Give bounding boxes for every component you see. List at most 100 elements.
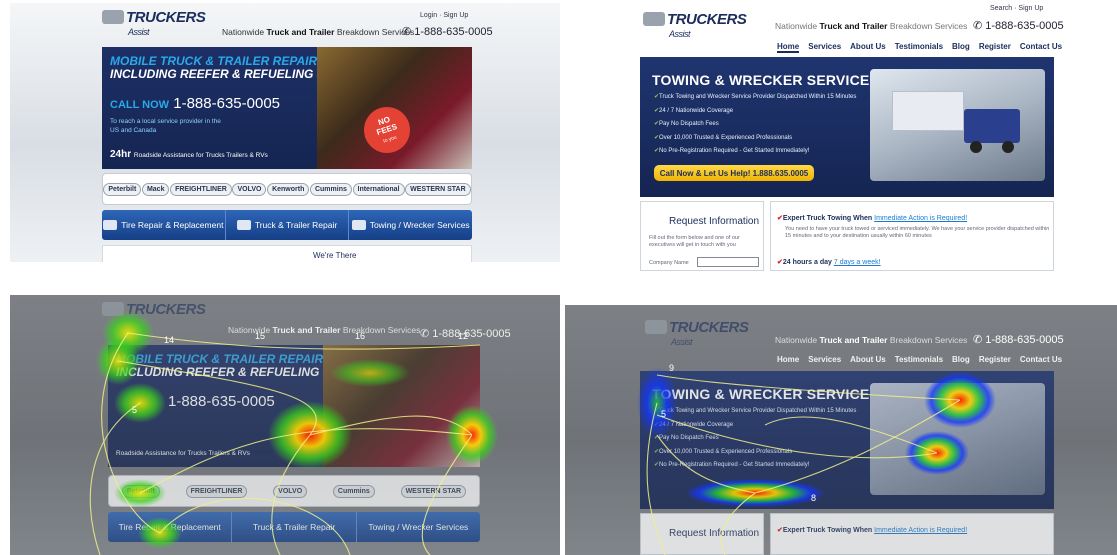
request-info-card: Request Information Fill out the form be… xyxy=(640,201,764,271)
nav-testimonials: Testimonials xyxy=(894,355,944,364)
brand-logo: WESTERN STAR xyxy=(400,484,467,498)
search-link[interactable]: Search xyxy=(990,5,1012,12)
nav-home[interactable]: Home xyxy=(777,42,800,53)
nav-contact[interactable]: Contact Us xyxy=(1020,42,1062,53)
benefit-item: Over 10,000 Trusted & Experienced Profes… xyxy=(654,446,856,460)
benefit-item: Truck Towing and Wrecker Service Provide… xyxy=(654,405,856,419)
benefit-item: Over 10,000 Trusted & Experienced Profes… xyxy=(654,132,856,146)
brand-logo: VOLVO xyxy=(232,182,267,196)
site-logo[interactable]: TRUCKERS Assist xyxy=(102,9,206,37)
benefits-card: Expert Truck Towing When Immediate Actio… xyxy=(770,201,1054,271)
benefit-item: Pay No Dispatch Fees xyxy=(654,118,856,132)
truck-logo-icon xyxy=(643,12,665,26)
main-nav: Home Services About Us Testimonials Blog… xyxy=(777,355,1062,364)
tire-icon xyxy=(103,220,118,230)
site-tagline: Nationwide Truck and Trailer Breakdown S… xyxy=(775,335,968,345)
mechanic-photo xyxy=(323,345,480,467)
company-name-input[interactable] xyxy=(697,257,759,267)
header-phone[interactable]: ✆ 1-888-635-0005 xyxy=(973,19,1064,32)
nav-blog: Blog xyxy=(952,355,970,364)
brand-logo: International xyxy=(352,182,405,196)
hero-banner: MOBILE TRUCK & TRAILER REPAIR INCLUDING R… xyxy=(102,47,472,169)
header-phone[interactable]: ✆ 1-888-635-0005 xyxy=(402,25,493,38)
site-logo: TRUCKERS Assist xyxy=(645,319,749,347)
benefits-card: Expert Truck Towing When Immediate Actio… xyxy=(770,513,1054,555)
benefit-item: 24 / 7 Nationwide Coverage xyxy=(654,105,856,119)
hero-banner: MOBILE TRUCK & TRAILER REPAIR INCLUDING R… xyxy=(108,345,480,467)
nav-testimonials[interactable]: Testimonials xyxy=(895,42,943,53)
brand-logo: Cummins xyxy=(309,182,352,196)
request-info-title: Request Information xyxy=(669,216,760,227)
fixation-number: 14 xyxy=(164,335,174,345)
brand-logo: Mack xyxy=(141,182,170,196)
signup-link[interactable]: Sign Up xyxy=(1018,5,1043,12)
hours-text: 24hr Roadside Assistance for Trucks Trai… xyxy=(110,149,268,160)
immediate-action-link[interactable]: Immediate Action is Required! xyxy=(874,215,967,222)
benefit-list: Truck Towing and Wrecker Service Provide… xyxy=(654,405,856,473)
brand-logo: FREIGHTLINER xyxy=(185,484,248,498)
service-tile-towing: Towing / Wrecker Services xyxy=(368,522,469,532)
brand-logo: WESTERN STAR xyxy=(405,182,471,196)
signup-link[interactable]: Sign Up xyxy=(443,12,468,19)
brand-logo: VOLVO xyxy=(273,484,308,498)
service-tile-towing[interactable]: Towing / Wrecker Services xyxy=(349,210,472,240)
nav-blog[interactable]: Blog xyxy=(952,42,970,53)
call-now[interactable]: CALL NOW 1-888-635-0005 xyxy=(110,95,280,112)
nav-about[interactable]: About Us xyxy=(850,42,886,53)
expert-towing-heading: Expert Truck Towing When Immediate Actio… xyxy=(777,526,967,534)
site-tagline: Nationwide Truck and Trailer Breakdown S… xyxy=(222,27,415,37)
towing-hero: TOWING & WRECKER SERVICE Truck Towing an… xyxy=(640,371,1054,509)
service-tile-repair: Truck & Trailer Repair xyxy=(232,512,357,542)
towing-hero: TOWING & WRECKER SERVICE Truck Towing an… xyxy=(640,57,1054,197)
nav-services[interactable]: Services xyxy=(808,42,841,53)
service-tile-tires[interactable]: Tire Repair & Replacement xyxy=(102,210,226,240)
nav-about: About Us xyxy=(850,355,886,364)
brand-logo: Peterbilt xyxy=(103,182,142,196)
benefit-item: No Pre-Registration Required - Get Start… xyxy=(654,145,856,159)
site-logo: TRUCKERS xyxy=(102,301,206,319)
request-info-help: Fill out the form below and one of our e… xyxy=(649,235,740,248)
seven-days-link[interactable]: 7 days a week! xyxy=(834,259,881,266)
nav-home: Home xyxy=(777,355,800,364)
call-now: 1-888-635-0005 xyxy=(168,393,275,410)
brand-logo: Peterbilt xyxy=(121,484,160,498)
benefit-item: Truck Towing and Wrecker Service Provide… xyxy=(654,91,856,105)
company-label: Company Name xyxy=(649,260,689,266)
brand-logo: FREIGHTLINER xyxy=(170,182,232,196)
call-now-button[interactable]: Call Now & Let Us Help! 1.888.635.0005 xyxy=(654,165,814,181)
nav-services: Services xyxy=(808,355,842,364)
variant-a-screenshot: TRUCKERS Assist Nationwide Truck and Tra… xyxy=(10,3,560,262)
variant-a-heatmap: TRUCKERS Nationwide Truck and Trailer Br… xyxy=(10,295,560,555)
tow-truck-icon xyxy=(351,220,366,230)
truck-logo-icon xyxy=(102,10,124,24)
brand-logo: Cummins xyxy=(332,484,375,498)
header-phone: ✆ 1-888-635-0005 xyxy=(973,334,1064,346)
header-phone: ✆ 1-888-635-0005 xyxy=(420,328,511,340)
nav-contact: Contact Us xyxy=(1019,355,1063,364)
benefit-item: No Pre-Registration Required - Get Start… xyxy=(654,459,856,473)
variant-b-screenshot: TRUCKERS Assist Search · Sign Up Nationw… xyxy=(565,3,1117,271)
service-tile-repair[interactable]: Truck & Trailer Repair xyxy=(226,210,350,240)
service-tile-tires: Tire Repair & Replacement xyxy=(108,512,233,542)
account-links: Login · Sign Up xyxy=(420,12,469,19)
tow-truck-photo xyxy=(870,69,1045,181)
truck-icon xyxy=(236,220,251,230)
nav-register[interactable]: Register xyxy=(979,42,1011,53)
brand-logos: Peterbilt FREIGHTLINER VOLVO Cummins WES… xyxy=(108,475,480,507)
hero-headline: TOWING & WRECKER SERVICE xyxy=(652,72,870,88)
benefit-item: 24 / 7 Nationwide Coverage xyxy=(654,419,856,433)
request-info-card: Request Information xyxy=(640,513,764,555)
site-tagline: Nationwide Truck and Trailer Breakdown S… xyxy=(228,325,421,335)
truck-logo-icon xyxy=(102,302,124,316)
truck-logo-icon xyxy=(645,320,667,334)
tow-truck-photo xyxy=(870,383,1045,495)
site-logo[interactable]: TRUCKERS Assist xyxy=(643,11,747,39)
services-bar: Tire Repair & Replacement Truck & Traile… xyxy=(108,512,480,542)
hero-headline: TOWING & WRECKER SERVICE xyxy=(652,386,870,402)
brand-logo: Kenworth xyxy=(267,182,310,196)
content-peek: We're There xyxy=(102,245,472,262)
nav-register: Register xyxy=(978,355,1011,364)
request-info-title: Request Information xyxy=(669,528,760,539)
brand-logos: Peterbilt Mack FREIGHTLINER VOLVO Kenwor… xyxy=(102,173,472,205)
login-link[interactable]: Login xyxy=(420,12,437,19)
